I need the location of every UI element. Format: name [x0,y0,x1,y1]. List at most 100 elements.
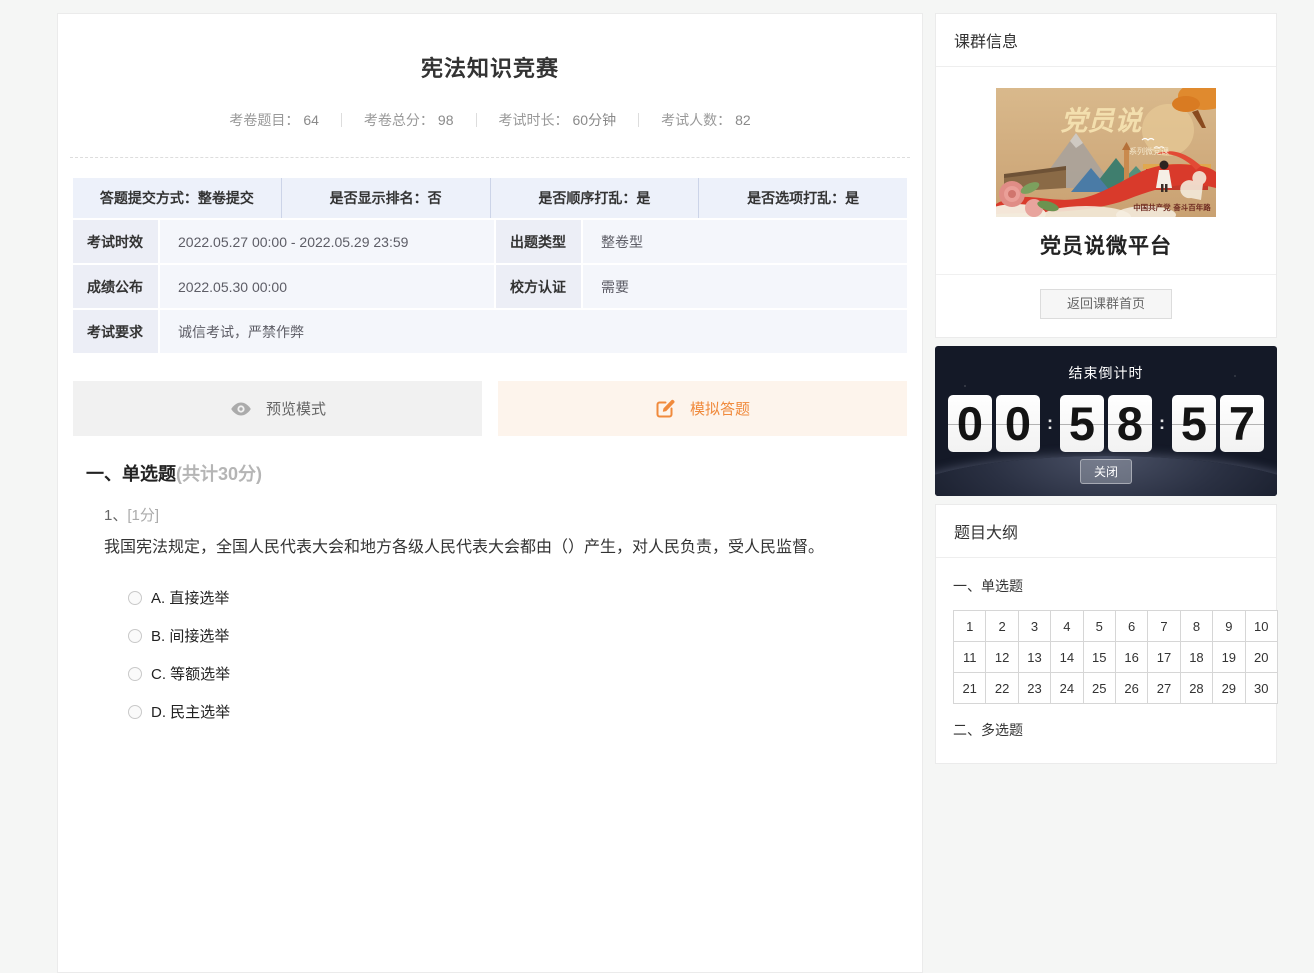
stat-value: 82 [735,112,751,128]
question-number-cell[interactable]: 6 [1116,611,1148,642]
question-number-grid: 1234567891011121314151617181920212223242… [953,610,1278,704]
exam-card: 宪法知识竞赛 考卷题目：64考卷总分：98考试时长：60分钟考试人数：82 答题… [57,13,923,973]
radio-button-icon[interactable] [128,591,142,605]
eye-icon [229,397,253,421]
banner-footer-text: 中国共产党 奋斗百年路 [1133,202,1211,212]
question-number-cell[interactable]: 26 [1116,673,1148,704]
radio-button-icon[interactable] [128,705,142,719]
question-number-cell[interactable]: 15 [1084,642,1116,673]
section-score-total: (共计30分) [176,464,262,484]
section-title: 一、单选题 [86,464,176,484]
stat-value: 60分钟 [573,112,617,128]
exam-details-grid: 考试时效 2022.05.27 00:00 - 2022.05.29 23:59… [73,220,907,353]
countdown-close-button[interactable]: 关闭 [1080,459,1132,484]
question-number-cell[interactable]: 16 [1116,642,1148,673]
simulate-answer-label: 模拟答题 [690,398,750,419]
settings-header-row: 答题提交方式：整卷提交是否显示排名：否是否顺序打乱：是是否选项打乱：是 [73,178,907,218]
question-number-cell[interactable]: 18 [1181,642,1213,673]
sidebar: 课群信息 [935,13,1277,764]
settings-header-cell: 是否显示排名：否 [281,178,490,218]
option-label: A. 直接选举 [151,587,229,608]
settings-header-cell: 是否顺序打乱：是 [490,178,699,218]
answer-option[interactable]: A. 直接选举 [128,579,922,617]
question-number-cell[interactable]: 1 [954,611,986,642]
question-number-cell[interactable]: 17 [1148,642,1180,673]
question-outline-header: 题目大纲 [936,505,1276,558]
question-outline-card: 题目大纲 一、单选题 12345678910111213141516171819… [935,504,1277,764]
score-publish-label: 成绩公布 [73,265,158,308]
question-number-cell[interactable]: 14 [1051,642,1083,673]
question-number-cell[interactable]: 28 [1181,673,1213,704]
stat-separator [476,113,477,127]
exam-stats-row: 考卷题目：64考卷总分：98考试时长：60分钟考试人数：82 [58,110,922,130]
question-number-cell[interactable]: 4 [1051,611,1083,642]
option-label: C. 等额选举 [151,663,230,684]
action-row: 预览模式 模拟答题 [73,381,907,436]
countdown-digit: 0 [948,395,992,452]
school-auth-value: 需要 [583,265,907,308]
countdown-seconds: 5 7 [1172,395,1264,452]
stat-label: 考试人数： [661,112,731,128]
simulate-answer-button[interactable]: 模拟答题 [498,381,907,436]
banner-subtitle-text: 系列微党课 [1129,146,1169,156]
question-number-cell[interactable]: 19 [1213,642,1245,673]
countdown-title: 结束倒计时 [935,346,1277,383]
stat-value: 64 [303,112,319,128]
countdown-digit: 5 [1060,395,1104,452]
stat-separator [341,113,342,127]
option-label: D. 民主选举 [151,701,230,722]
header-divider [70,157,910,158]
question-number-cell[interactable]: 10 [1246,611,1278,642]
question-number-cell[interactable]: 23 [1019,673,1051,704]
question-number-cell[interactable]: 27 [1148,673,1180,704]
answer-option[interactable]: D. 民主选举 [128,693,922,731]
question-number-cell[interactable]: 2 [986,611,1018,642]
question-number-cell[interactable]: 8 [1181,611,1213,642]
preview-mode-button[interactable]: 预览模式 [73,381,482,436]
question-number-cell[interactable]: 5 [1084,611,1116,642]
radio-button-icon[interactable] [128,629,142,643]
stat-label: 考卷题目： [229,112,299,128]
countdown-digit: 8 [1108,395,1152,452]
question-number-cell[interactable]: 13 [1019,642,1051,673]
section-heading: 一、单选题(共计30分) [86,460,922,486]
question-number-cell[interactable]: 9 [1213,611,1245,642]
preview-mode-label: 预览模式 [266,398,326,419]
banner-title-text: 党员说 [1061,106,1145,137]
question-number-cell[interactable]: 29 [1213,673,1245,704]
question-number-cell[interactable]: 21 [954,673,986,704]
question-number-cell[interactable]: 30 [1246,673,1278,704]
answer-option[interactable]: C. 等额选举 [128,655,922,693]
question-number-cell[interactable]: 7 [1148,611,1180,642]
exam-stat: 考试人数：82 [661,110,751,130]
outline-section-multi-choice: 二、多选题 [953,720,1259,740]
requirement-label: 考试要求 [73,310,158,353]
question-number-cell[interactable]: 22 [986,673,1018,704]
settings-header-cell: 答题提交方式：整卷提交 [73,178,281,218]
question-text: 我国宪法规定，全国人民代表大会和地方各级人民代表大会都由（）产生，对人民负责，受… [104,533,880,563]
question-number-cell[interactable]: 11 [954,642,986,673]
radio-button-icon[interactable] [128,667,142,681]
question-meta: 1、[1分] [104,504,922,525]
stat-label: 考试时长： [499,112,569,128]
question-type-label: 出题类型 [496,220,581,263]
question-number-cell[interactable]: 24 [1051,673,1083,704]
outline-section-single-choice: 一、单选题 [953,576,1259,596]
countdown-digit: 0 [996,395,1040,452]
answer-option[interactable]: B. 间接选举 [128,617,922,655]
countdown-hours: 0 0 [948,395,1040,452]
question-number-cell[interactable]: 25 [1084,673,1116,704]
options-list: A. 直接选举 B. 间接选举 C. 等额选举 D. 民主选举 [128,579,922,731]
question-number-cell[interactable]: 3 [1019,611,1051,642]
question-number-cell[interactable]: 20 [1246,642,1278,673]
countdown-digit: 7 [1220,395,1264,452]
exam-time-label: 考试时效 [73,220,158,263]
countdown-minutes: 5 8 [1060,395,1152,452]
countdown-colon: : [1047,413,1053,434]
countdown-colon: : [1159,413,1165,434]
question-outline-body: 一、单选题 1234567891011121314151617181920212… [936,558,1276,756]
back-to-course-button[interactable]: 返回课群首页 [1040,289,1172,319]
question-number-cell[interactable]: 12 [986,642,1018,673]
course-info-header: 课群信息 [936,14,1276,67]
course-banner-image[interactable]: 党员说 系列微党课 中国共产党 奋斗百年路 [996,88,1216,217]
